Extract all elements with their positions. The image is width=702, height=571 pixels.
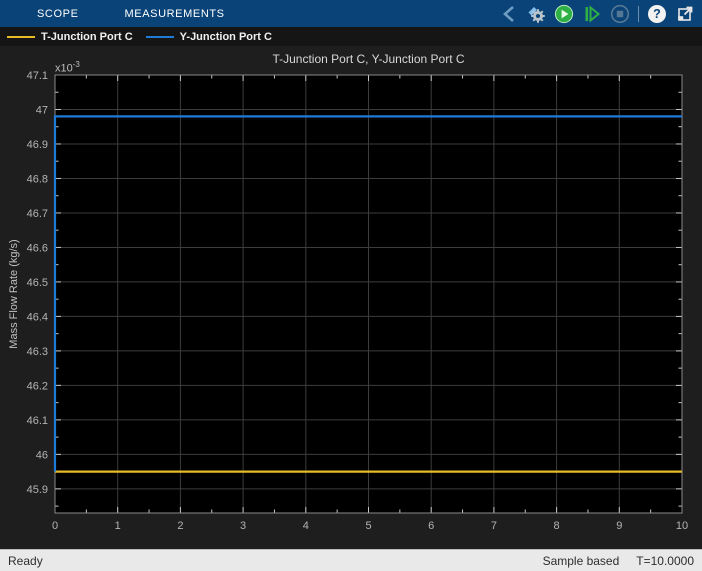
toolstrip: SCOPE MEASUREMENTS	[0, 0, 702, 27]
sample-mode-text: Sample based	[543, 554, 620, 568]
collapse-toolstrip-icon[interactable]	[498, 4, 518, 24]
legend-bar: T-Junction Port C Y-Junction Port C	[0, 27, 702, 46]
y-tick-label: 46.4	[27, 311, 48, 323]
x-tick-label: 0	[52, 520, 58, 532]
x-tick-label: 3	[240, 520, 246, 532]
help-icon[interactable]: ?	[647, 4, 667, 24]
y-tick-label: 47	[36, 104, 48, 116]
run-icon[interactable]	[554, 4, 574, 24]
x-tick-label: 7	[491, 520, 497, 532]
x-tick-label: 4	[303, 520, 309, 532]
x-tick-label: 2	[177, 520, 183, 532]
status-bar: Ready Sample based T=10.0000	[0, 549, 702, 571]
y-tick-label: 46.1	[27, 415, 48, 427]
y-axis-exponent: x10-3	[55, 60, 80, 75]
y-tick-label: 46	[36, 449, 48, 461]
legend-swatch-blue	[146, 36, 174, 38]
settings-gear-icon[interactable]	[526, 4, 546, 24]
svg-text:?: ?	[653, 7, 661, 21]
plot-title: T-Junction Port C, Y-Junction Port C	[55, 52, 682, 66]
scope-window: SCOPE MEASUREMENTS	[0, 0, 702, 571]
y-axis-label: Mass Flow Rate (kg/s)	[8, 239, 20, 348]
x-tick-label: 10	[676, 520, 688, 532]
legend-item-t-junction[interactable]: T-Junction Port C	[7, 31, 133, 43]
x-tick-label: 6	[428, 520, 434, 532]
x-tick-label: 1	[115, 520, 121, 532]
y-tick-label: 46.7	[27, 208, 48, 220]
y-tick-label: 46.8	[27, 173, 48, 185]
plot-svg: 0 1 2 3 4 5 6 7 8 9 10 45.9 46 46.1 46.2 46.3 46.4 46.5 46…	[0, 46, 702, 549]
status-text: Ready	[8, 554, 43, 568]
step-forward-icon[interactable]	[582, 4, 602, 24]
y-tick-label: 45.9	[27, 484, 48, 496]
legend-label: T-Junction Port C	[41, 31, 133, 43]
legend-item-y-junction[interactable]: Y-Junction Port C	[146, 31, 272, 43]
pop-out-icon[interactable]	[675, 4, 695, 24]
tab-measurements[interactable]: MEASUREMENTS	[125, 8, 225, 20]
toolstrip-tabs: SCOPE MEASUREMENTS	[0, 8, 225, 20]
toolbar-divider	[638, 6, 639, 22]
figure-area: 0 1 2 3 4 5 6 7 8 9 10 45.9 46 46.1 46.2 46.3 46.4 46.5 46…	[0, 46, 702, 549]
y-tick-label: 46.3	[27, 346, 48, 358]
x-tick-label: 9	[616, 520, 622, 532]
x-tick-label: 5	[365, 520, 371, 532]
y-tick-label: 47.1	[27, 70, 48, 82]
y-tick-label: 46.6	[27, 242, 48, 254]
sim-time-text: T=10.0000	[636, 554, 694, 568]
tab-scope[interactable]: SCOPE	[37, 8, 79, 20]
y-tick-label: 46.9	[27, 139, 48, 151]
x-tick-label: 8	[554, 520, 560, 532]
y-tick-label: 46.2	[27, 380, 48, 392]
stop-icon[interactable]	[610, 4, 630, 24]
legend-swatch-yellow	[7, 36, 35, 38]
y-tick-label: 46.5	[27, 277, 48, 289]
toolstrip-buttons: ?	[498, 0, 695, 27]
legend-label: Y-Junction Port C	[180, 31, 272, 43]
